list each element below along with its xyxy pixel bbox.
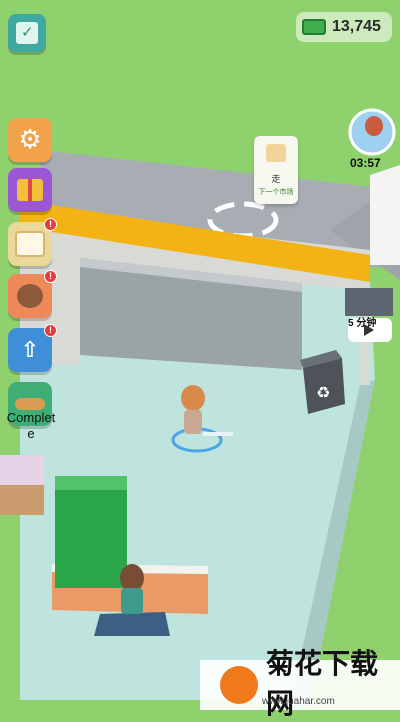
money-counter: 13,745 [296, 12, 392, 42]
calendar-button[interactable]: ✓ [8, 14, 46, 52]
watermark-url: www.juahar.com [262, 696, 335, 707]
customer-timer: 03:57 [350, 156, 381, 170]
upgrade-button[interactable]: ⇧ ! [8, 324, 57, 372]
gift-button[interactable] [8, 168, 52, 212]
game-world: ♻ [0, 0, 400, 710]
bread-loaf-icon [15, 398, 45, 410]
sign-line2: 下一个市场 [258, 189, 294, 196]
video-timer: 5 分钟 [348, 318, 377, 329]
upgrade-arrow-icon: ⇧ [20, 337, 40, 363]
recycle-icon: ♻ [316, 383, 330, 402]
cashier-mat [94, 612, 170, 636]
notification-badge: ! [44, 324, 57, 337]
cash-stack [55, 476, 127, 588]
calendar-check-icon: ✓ [16, 22, 38, 44]
player-body [184, 410, 202, 434]
gear-icon: ⚙ [18, 125, 42, 155]
sign-bread-icon [266, 144, 286, 162]
customer-group [345, 288, 393, 316]
complete-label-line2: e [27, 426, 35, 441]
complete-label-line1: Complet [6, 410, 56, 425]
money-bill-icon [302, 19, 326, 35]
next-market-sign[interactable]: 走 下一个市场 [254, 136, 298, 204]
side-building [370, 165, 400, 265]
notification-badge: ! [44, 218, 57, 231]
player-head [181, 385, 205, 411]
settings-button[interactable]: ⚙ [8, 118, 52, 162]
bread-stack [0, 455, 44, 485]
cash-stack-top [55, 476, 127, 490]
sign-line1: 走 [271, 174, 281, 184]
money-value: 13,745 [332, 18, 381, 35]
notification-badge: ! [44, 270, 57, 283]
bread-order-icon [15, 231, 45, 257]
cashier-hair [120, 564, 144, 592]
watermark-flower-icon [220, 666, 258, 704]
cashier-body [121, 588, 143, 614]
pets-button[interactable]: ! [8, 270, 57, 318]
customer-avatar [365, 116, 383, 136]
watermark-text: 菊花下载网 [266, 648, 379, 719]
dog-icon [17, 284, 43, 308]
game-scene: ♻ [0, 0, 400, 710]
gift-icon [17, 179, 43, 201]
complete-label: Complet e [2, 410, 60, 442]
orders-button[interactable]: ! [8, 218, 57, 266]
player-tool [203, 432, 233, 436]
